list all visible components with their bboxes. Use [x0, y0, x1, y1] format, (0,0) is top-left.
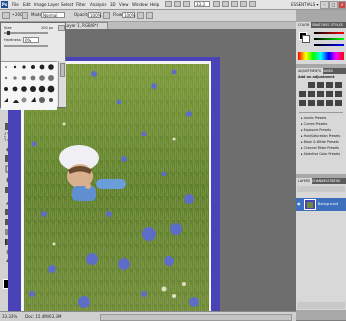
- zoom-tool-icon[interactable]: [222, 1, 229, 7]
- launch-mini-bridge-icon[interactable]: [174, 1, 181, 7]
- menu-layer[interactable]: Layer: [48, 1, 59, 8]
- black-white-icon: [326, 91, 333, 97]
- hand-tool-icon[interactable]: [213, 1, 220, 7]
- maximize-icon[interactable]: □: [329, 1, 338, 9]
- posterize-icon: [308, 100, 315, 106]
- master-diameter-label: Size:: [4, 26, 13, 30]
- mode-select[interactable]: Normal: [41, 12, 65, 18]
- layer-row-background[interactable]: ◉ Background: [296, 198, 346, 211]
- levels-icon: [317, 82, 324, 88]
- menu-help[interactable]: Help: [150, 1, 159, 8]
- threshold-icon: [317, 100, 324, 106]
- menu-window[interactable]: Window: [132, 1, 148, 8]
- hardness-slider[interactable]: [4, 45, 48, 47]
- menu-analysis[interactable]: Analysis: [90, 1, 106, 8]
- invert-icon: [299, 100, 306, 106]
- curves-icon: [326, 82, 333, 88]
- photo-filter-icon: [335, 91, 342, 97]
- diameter-slider[interactable]: [4, 32, 48, 34]
- adjustments-title: Add an adjustment: [298, 75, 335, 79]
- layers-toolbar: [297, 186, 345, 192]
- vibrance-icon: [299, 91, 306, 97]
- menu-filter[interactable]: Filter: [76, 1, 86, 8]
- layer-thumbnail: [304, 199, 316, 210]
- flow-field[interactable]: 100%: [122, 12, 135, 18]
- arrange-documents-icon[interactable]: [240, 1, 247, 7]
- minimize-icon[interactable]: –: [320, 1, 329, 9]
- menu-image[interactable]: Image: [34, 1, 47, 8]
- brush-tips[interactable]: [1, 62, 57, 110]
- visibility-eye-icon[interactable]: ◉: [297, 201, 302, 207]
- scrollbar-thumb[interactable]: [60, 63, 65, 77]
- rotate-view-icon[interactable]: [231, 1, 238, 7]
- workspace-switcher[interactable]: ESSENTIALS ▾: [291, 1, 319, 8]
- layers-footer: [297, 302, 345, 309]
- brush-picker-toggle[interactable]: [22, 12, 28, 19]
- photoshop-logo: Ps: [1, 1, 8, 8]
- color-bg-swatch[interactable]: [302, 35, 310, 43]
- red-slider[interactable]: [314, 32, 344, 34]
- view-extras-icon[interactable]: [183, 1, 190, 7]
- brush-tool-preset-icon[interactable]: [2, 12, 10, 19]
- brush-grid-scrollbar[interactable]: [58, 61, 66, 107]
- preset-selective-color[interactable]: Selective Color Presets: [301, 151, 345, 157]
- hardness-field[interactable]: 0%: [23, 37, 39, 43]
- menu-view[interactable]: View: [119, 1, 129, 8]
- brush-tip-grid: [1, 61, 57, 110]
- screen-mode-icon[interactable]: [249, 1, 256, 7]
- diameter-slider-handle[interactable]: [7, 31, 10, 35]
- hue-saturation-icon: [308, 91, 315, 97]
- tablet-size-icon[interactable]: [146, 12, 153, 19]
- airbrush-icon[interactable]: [137, 12, 144, 19]
- layer-name[interactable]: Background: [318, 201, 338, 207]
- close-icon[interactable]: ×: [338, 1, 346, 9]
- brush-size-label: •: [12, 12, 15, 17]
- panel-dock: COLOR SWATCHES STYLES ADJUSTMENTS MASKS …: [296, 10, 346, 320]
- tablet-opacity-icon[interactable]: [103, 12, 110, 19]
- blue-slider[interactable]: [314, 44, 344, 46]
- menu-bar: Ps File Edit Image Layer Select Filter A…: [0, 0, 346, 10]
- color-panel: [296, 28, 346, 64]
- selective-color-icon: [335, 100, 342, 106]
- exposure-icon: [335, 82, 342, 88]
- menu-select[interactable]: Select: [61, 1, 73, 8]
- status-doc-size: Doc: 15.4M/63.3M: [25, 314, 62, 319]
- gradient-map-icon: [326, 100, 333, 106]
- brush-panel-menu-icon[interactable]: [58, 25, 65, 31]
- options-bar: • 200 Mode: Normal Opacity: 100% Flow: 1…: [0, 10, 346, 22]
- launch-bridge-icon[interactable]: [165, 1, 172, 7]
- hardness-label: Hardness:: [4, 38, 22, 42]
- master-diameter-value: 200 px: [41, 26, 54, 30]
- color-balance-icon: [317, 91, 324, 97]
- layers-panel: ◉ Background: [296, 184, 346, 310]
- zoom-level-field[interactable]: 33.3: [194, 1, 210, 7]
- adjustments-panel: Add an adjustment Levels Presets Curv: [296, 74, 346, 174]
- brush-preset-picker: Size: 200 px Hardness: 0%: [0, 22, 66, 110]
- menu-edit[interactable]: Edit: [23, 1, 31, 8]
- color-ramp[interactable]: [298, 52, 344, 60]
- menu-3d[interactable]: 3D: [110, 1, 116, 8]
- menu-file[interactable]: File: [12, 1, 19, 8]
- opacity-field[interactable]: 100%: [88, 12, 101, 18]
- adjustment-icons[interactable]: [298, 82, 344, 108]
- status-zoom[interactable]: 33.33%: [2, 313, 17, 320]
- green-slider[interactable]: [314, 38, 344, 40]
- brightness-icon: [308, 82, 315, 88]
